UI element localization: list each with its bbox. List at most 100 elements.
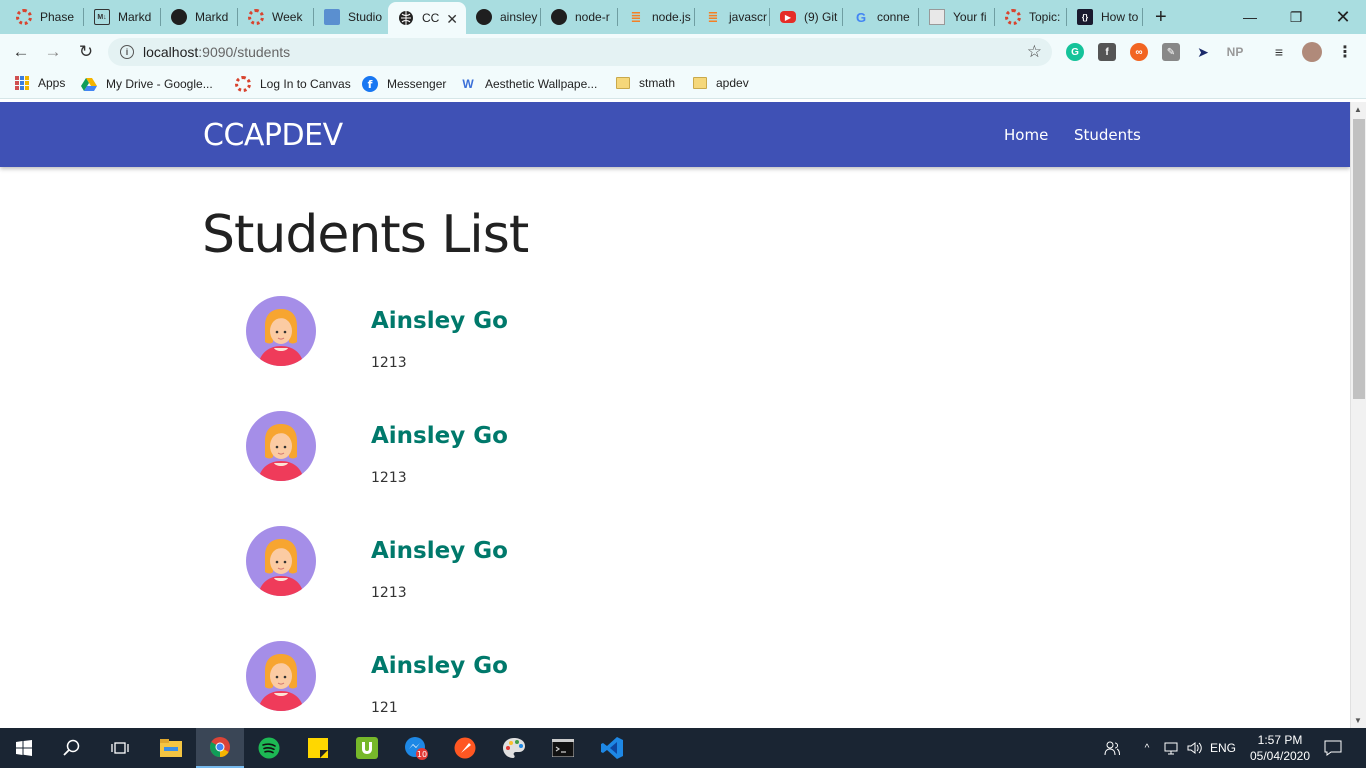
tab-your-file[interactable]: Your fi bbox=[919, 6, 995, 28]
student-name[interactable]: Ainsley Go bbox=[371, 308, 508, 334]
nav-students-link[interactable]: Students bbox=[1074, 126, 1141, 144]
tab-phase[interactable]: Phase bbox=[6, 6, 84, 28]
facebook-icon[interactable]: f bbox=[1098, 43, 1116, 61]
bookmark-star-icon[interactable]: ☆ bbox=[1027, 42, 1042, 62]
student-card: Ainsley Go 121 bbox=[0, 641, 1350, 728]
start-icon[interactable] bbox=[0, 728, 48, 768]
paint-icon[interactable] bbox=[441, 728, 489, 768]
playlist-icon[interactable]: ≡ bbox=[1270, 43, 1288, 61]
code-icon: {} bbox=[1077, 9, 1093, 25]
tab-title: node-r bbox=[575, 10, 610, 24]
student-id: 1213 bbox=[371, 355, 407, 371]
tab-studio[interactable]: Studio bbox=[314, 6, 390, 28]
infinity-icon[interactable]: ∞ bbox=[1130, 43, 1148, 61]
system-clock[interactable]: 1:57 PM 05/04/2020 bbox=[1240, 732, 1320, 764]
tab-week[interactable]: Week bbox=[238, 6, 314, 28]
bookmark-canvas[interactable]: Log In to Canvas bbox=[235, 76, 351, 92]
browser-toolbar: ← → ↻ i localhost:9090/students ☆ G f ∞ … bbox=[0, 34, 1366, 70]
bookmark-wallpaper[interactable]: W Aesthetic Wallpape... bbox=[460, 76, 597, 92]
windows-taskbar: 10 ^ ENG 1:57 PM 05/04/2020 bbox=[0, 728, 1366, 768]
palette-icon[interactable] bbox=[490, 728, 538, 768]
utorrent-icon[interactable] bbox=[343, 728, 391, 768]
file-explorer-icon[interactable] bbox=[147, 728, 195, 768]
forward-icon[interactable]: → bbox=[41, 40, 65, 64]
search-icon[interactable] bbox=[48, 728, 96, 768]
close-window-icon[interactable]: ✕ bbox=[1320, 0, 1366, 34]
tab-title: (9) Git bbox=[804, 10, 838, 24]
sticky-notes-icon[interactable] bbox=[294, 728, 342, 768]
tab-topic[interactable]: Topic: bbox=[995, 6, 1067, 28]
student-name[interactable]: Ainsley Go bbox=[371, 538, 508, 564]
info-icon[interactable]: i bbox=[120, 45, 134, 59]
tab-how-to[interactable]: {} How to bbox=[1067, 6, 1143, 28]
page-viewport: CCAPDEV Home Students Students List Ains… bbox=[0, 102, 1350, 728]
avatar-icon bbox=[246, 296, 316, 366]
network-icon[interactable] bbox=[1162, 728, 1182, 768]
np-icon[interactable]: NP bbox=[1226, 43, 1244, 61]
volume-icon[interactable] bbox=[1185, 728, 1205, 768]
tab-javascript[interactable]: ≣ javascr bbox=[695, 6, 770, 28]
page-scrollbar[interactable]: ▲ ▼ bbox=[1350, 102, 1366, 728]
edit-icon[interactable]: ✎ bbox=[1162, 43, 1180, 61]
people-icon[interactable] bbox=[1102, 728, 1122, 768]
messenger-icon[interactable]: 10 bbox=[392, 728, 440, 768]
new-tab-icon[interactable]: + bbox=[1155, 6, 1167, 29]
apps-icon bbox=[15, 76, 29, 90]
scroll-thumb[interactable] bbox=[1353, 119, 1365, 399]
restore-icon[interactable]: ❐ bbox=[1273, 0, 1319, 34]
messenger-icon: f bbox=[362, 76, 378, 92]
tab-ccapdev-active[interactable]: CC ✕ bbox=[388, 2, 466, 34]
chevron-up-icon[interactable]: ^ bbox=[1139, 728, 1155, 768]
svg-text:f: f bbox=[368, 78, 373, 91]
spotify-icon[interactable] bbox=[245, 728, 293, 768]
student-id: 1213 bbox=[371, 585, 407, 601]
drive-icon bbox=[81, 78, 97, 91]
bookmarks-bar: Apps My Drive - Google... Log In to Canv… bbox=[0, 70, 1366, 99]
url-host: localhost bbox=[143, 44, 199, 60]
language-indicator[interactable]: ENG bbox=[1210, 728, 1236, 768]
close-tab-icon[interactable]: ✕ bbox=[446, 11, 458, 28]
back-icon[interactable]: ← bbox=[9, 40, 33, 64]
vscode-icon[interactable] bbox=[588, 728, 636, 768]
grammarly-icon[interactable]: G bbox=[1066, 43, 1084, 61]
address-bar[interactable]: i localhost:9090/students ☆ bbox=[108, 38, 1052, 66]
tab-google[interactable]: G conne bbox=[843, 6, 919, 28]
menu-dots-icon[interactable]: ⋮ bbox=[1336, 43, 1354, 61]
chrome-icon[interactable] bbox=[196, 728, 244, 768]
bookmark-messenger[interactable]: f Messenger bbox=[362, 76, 446, 92]
site-brand[interactable]: CCAPDEV bbox=[203, 118, 343, 153]
tab-node-r[interactable]: node-r bbox=[541, 6, 618, 28]
scroll-up-icon[interactable]: ▲ bbox=[1354, 105, 1362, 114]
student-card: Ainsley Go 1213 bbox=[0, 411, 1350, 526]
bookmark-apps[interactable]: Apps bbox=[15, 76, 65, 90]
tab-nodejs[interactable]: ≣ node.js bbox=[618, 6, 695, 28]
url-text: localhost:9090/students bbox=[143, 44, 290, 60]
page-title: Students List bbox=[202, 205, 529, 265]
bookmark-stmath[interactable]: stmath bbox=[616, 76, 675, 90]
ring-icon bbox=[248, 9, 264, 25]
tab-markdown[interactable]: M↓ Markd bbox=[84, 6, 161, 28]
avatar-icon bbox=[246, 411, 316, 481]
terminal-icon[interactable] bbox=[539, 728, 587, 768]
task-view-icon[interactable] bbox=[96, 728, 144, 768]
clock-date: 05/04/2020 bbox=[1249, 749, 1311, 763]
minimize-icon[interactable]: — bbox=[1227, 0, 1273, 34]
reload-icon[interactable]: ↻ bbox=[74, 40, 98, 64]
scroll-down-icon[interactable]: ▼ bbox=[1354, 716, 1362, 725]
tab-youtube[interactable]: ▶ (9) Git bbox=[770, 6, 843, 28]
bookmark-apdev[interactable]: apdev bbox=[693, 76, 749, 90]
action-center-icon[interactable] bbox=[1322, 728, 1344, 768]
nav-home-link[interactable]: Home bbox=[1004, 126, 1048, 144]
tab-github-markdown[interactable]: Markd bbox=[161, 6, 238, 28]
tab-ainsley[interactable]: ainsley bbox=[466, 6, 541, 28]
student-name[interactable]: Ainsley Go bbox=[371, 653, 508, 679]
tab-title: Topic: bbox=[1029, 10, 1061, 24]
tab-title: Markd bbox=[118, 10, 152, 24]
profile-avatar-icon[interactable] bbox=[1302, 42, 1322, 62]
bookmark-label: Apps bbox=[38, 76, 66, 90]
tab-title: javascr bbox=[729, 10, 768, 24]
bookmark-my-drive[interactable]: My Drive - Google... bbox=[81, 76, 213, 92]
bookmark-label: My Drive - Google... bbox=[106, 77, 213, 91]
student-name[interactable]: Ainsley Go bbox=[371, 423, 508, 449]
pointer-icon[interactable]: ➤ bbox=[1194, 43, 1212, 61]
